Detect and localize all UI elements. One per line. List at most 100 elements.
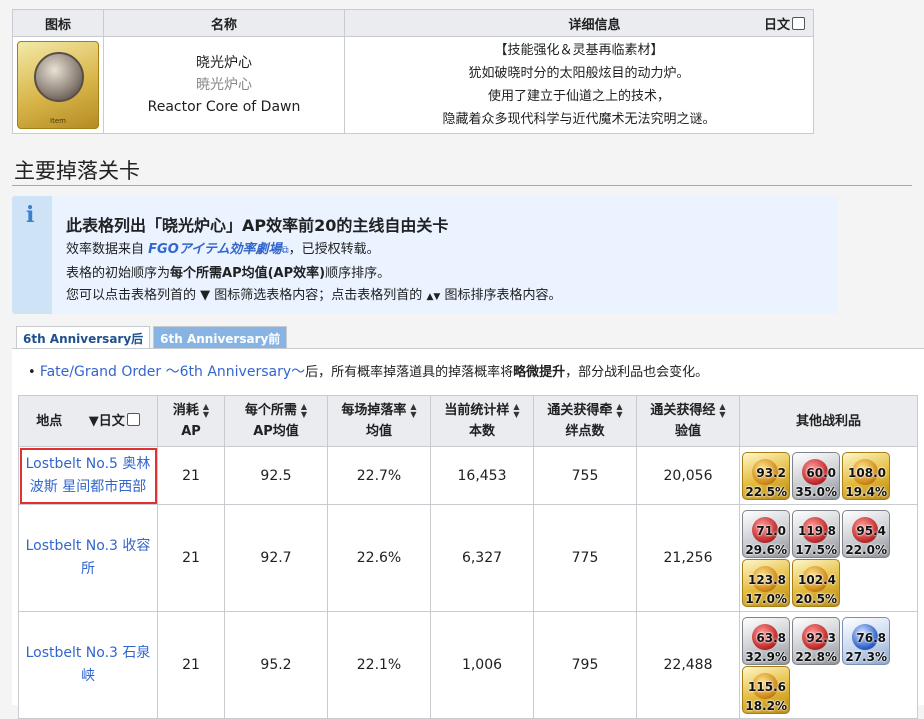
bond-cell: 775 — [533, 504, 637, 612]
notice-text: 效率数据来自 — [66, 242, 149, 257]
jp-checkbox[interactable] — [126, 412, 140, 426]
tab-after-6th[interactable]: 6th Anniversary后 — [16, 326, 151, 350]
info-icon: i — [26, 202, 35, 228]
efficiency-source-link[interactable]: FGOアイテム効率劇場 — [148, 242, 281, 257]
col-avg-label-2: AP均值 — [253, 424, 299, 439]
drop-ap-value: 119.8 — [798, 524, 836, 538]
location-link[interactable]: Lostbelt No.3 石泉峡 — [26, 645, 151, 684]
drop-rate-value: 17.0% — [745, 592, 787, 606]
notice-text: 图标排序表格内容。 — [444, 288, 562, 303]
col-ap-label-2: AP — [181, 424, 201, 439]
anniversary-tabs: 6th Anniversary后 6th Anniversary前 — [16, 326, 290, 350]
drop-ap-value: 76.8 — [856, 631, 886, 645]
filter-icon[interactable]: ▼ — [89, 414, 99, 429]
external-link-icon: ⧉ — [281, 245, 289, 256]
drop-rate-value: 17.5% — [795, 543, 837, 557]
drop-ap-value: 108.0 — [848, 466, 886, 480]
col-avg-label: 每个所需 — [244, 403, 297, 418]
table-row: Lostbelt No.3 石泉峡 21 95.2 22.1% 1,006 79… — [18, 611, 918, 719]
drop-item-icon[interactable]: 60.0 35.0% — [792, 452, 840, 500]
col-rate[interactable]: 每场掉落率 ▲ ▼ 均值 — [327, 395, 431, 447]
sort-icon[interactable]: ▲ ▼ — [203, 402, 209, 419]
header-name: 名称 — [103, 9, 345, 37]
section-title: 主要掉落关卡 — [14, 159, 140, 183]
section-divider — [12, 185, 912, 186]
notice-text: 您可以点击表格列首的 — [66, 288, 197, 303]
reactor-core-icon[interactable]: Item — [17, 41, 99, 129]
col-samples[interactable]: 当前统计样 ▲ ▼ 本数 — [430, 395, 534, 447]
bond-cell: 755 — [533, 446, 637, 505]
col-exp[interactable]: 通关获得经 ▲ ▼ 验值 — [636, 395, 740, 447]
drop-item-icon[interactable]: 93.2 22.5% — [742, 452, 790, 500]
col-location[interactable]: 地点 ▼日文 — [18, 395, 158, 447]
item-name-en: Reactor Core of Dawn — [147, 99, 301, 115]
col-exp-label-2: 验值 — [674, 424, 701, 439]
exp-cell: 21,256 — [636, 504, 740, 612]
header-detail: 详细信息 日文 — [344, 9, 814, 37]
sort-icon[interactable]: ▲ ▼ — [410, 402, 416, 419]
note-text: 后，所有概率掉落道具的掉落概率将 — [305, 365, 514, 380]
avg-cell: 95.2 — [224, 611, 328, 719]
note-text: ，部分战利品也会变化。 — [565, 365, 709, 380]
sort-icon[interactable]: ▲ ▼ — [513, 402, 519, 419]
samples-cell: 1,006 — [430, 611, 534, 719]
col-location-label: 地点 — [36, 413, 63, 429]
samples-cell: 16,453 — [430, 446, 534, 505]
col-ap[interactable]: 消耗 ▲ ▼ AP — [157, 395, 225, 447]
drop-item-icon[interactable]: 71.0 29.6% — [742, 510, 790, 558]
ap-cell: 21 — [157, 611, 225, 719]
drop-ap-value: 115.6 — [748, 680, 786, 694]
col-samples-label: 当前统计样 — [444, 403, 510, 418]
notice-line-3: 您可以点击表格列首的 ▼ 图标筛选表格内容；点击表格列首的 ▲▼ 图标排序表格内… — [66, 284, 561, 303]
drop-item-icon[interactable]: 119.8 17.5% — [792, 510, 840, 558]
col-bond[interactable]: 通关获得牵 ▲ ▼ 绊点数 — [533, 395, 637, 447]
drop-item-icon[interactable]: 108.0 19.4% — [842, 452, 890, 500]
location-link[interactable]: Lostbelt No.5 奥林 波斯 星间都市西部 — [26, 456, 151, 495]
fgo-6th-link[interactable]: Fate/Grand Order ～6th Anniversary～ — [40, 364, 305, 380]
drop-rate-value: 22.5% — [745, 485, 787, 499]
drop-rate-value: 27.3% — [845, 650, 887, 664]
drop-rate-value: 22.0% — [845, 543, 887, 557]
drop-item-icon[interactable]: 63.8 32.9% — [742, 617, 790, 665]
sort-icon[interactable]: ▲ ▼ — [719, 402, 725, 419]
rate-cell: 22.6% — [327, 504, 431, 612]
drop-item-icon[interactable]: 123.8 17.0% — [742, 559, 790, 607]
tab-before-6th[interactable]: 6th Anniversary前 — [153, 326, 288, 350]
notice-line-2: 表格的初始顺序为每个所需AP均值(AP效率)顺序排序。 — [66, 262, 390, 281]
rate-cell: 22.1% — [327, 611, 431, 719]
drop-rate-note: • Fate/Grand Order ～6th Anniversary～后，所有… — [28, 361, 708, 381]
col-avg[interactable]: 每个所需 ▲ ▼ AP均值 — [224, 395, 328, 447]
detail-line: 犹如破晓时分的太阳般炫目的动力炉。 — [468, 66, 690, 81]
notice-line-1: 效率数据来自 FGOアイテム効率劇場⧉，已授权转载。 — [66, 238, 380, 257]
sort-icon[interactable]: ▲ ▼ — [301, 402, 307, 419]
notice-text: 顺序排序。 — [325, 266, 391, 281]
drop-item-icon[interactable]: 95.4 22.0% — [842, 510, 890, 558]
loc-line-2: 所 — [81, 561, 95, 577]
header-icon: 图标 — [12, 9, 104, 37]
location-cell: Lostbelt No.3 收容所 — [18, 504, 158, 612]
jp-toggle[interactable]: 日文 — [764, 14, 805, 33]
drop-item-icon[interactable]: 115.6 18.2% — [742, 666, 790, 714]
sort-icon[interactable]: ▲ ▼ — [616, 402, 622, 419]
ap-cell: 21 — [157, 446, 225, 505]
drop-item-icon[interactable]: 102.4 20.5% — [792, 559, 840, 607]
drop-rate-value: 35.0% — [795, 485, 837, 499]
col-jp-label: 日文 — [98, 413, 125, 429]
drop-rate-value: 29.6% — [745, 543, 787, 557]
other-drops-cell: 63.8 32.9% 92.3 22.8% 76.8 27.3% 115.6 18.2% — [739, 611, 918, 719]
drop-ap-value: 95.4 — [856, 524, 886, 538]
item-name-jp: 暁光炉心 — [196, 77, 252, 93]
avg-cell: 92.7 — [224, 504, 328, 612]
drop-rate-value: 32.9% — [745, 650, 787, 664]
note-bold: 略微提升 — [513, 365, 566, 380]
jp-checkbox[interactable] — [792, 16, 805, 30]
drop-item-icon[interactable]: 92.3 22.8% — [792, 617, 840, 665]
location-link[interactable]: Lostbelt No.3 收容所 — [26, 538, 151, 577]
loc-line-2: 波斯 星间都市西部 — [29, 478, 147, 495]
col-rate-label-2: 均值 — [365, 424, 392, 439]
item-name-cell: 晓光炉心 暁光炉心 Reactor Core of Dawn — [103, 36, 345, 134]
item-icon-label: Item — [50, 117, 66, 125]
col-other-drops: 其他战利品 — [739, 395, 918, 447]
samples-cell: 6,327 — [430, 504, 534, 612]
drop-item-icon[interactable]: 76.8 27.3% — [842, 617, 890, 665]
